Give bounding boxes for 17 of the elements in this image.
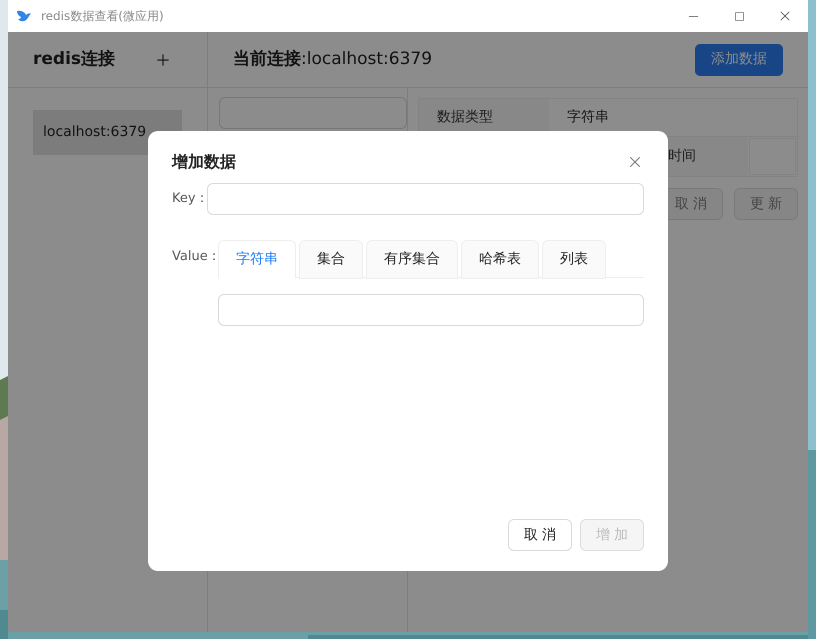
key-label: Key：	[172, 190, 207, 208]
tab[interactable]: 列表	[542, 240, 606, 279]
value-cell-text: 字符串	[566, 108, 610, 127]
value-label: Value：	[172, 248, 218, 266]
bird-icon	[16, 8, 32, 24]
add-data-button[interactable]: 添加数据	[695, 44, 783, 76]
tab[interactable]: 哈希表	[461, 240, 539, 279]
maximize-icon[interactable]	[734, 10, 744, 22]
tab[interactable]: 有序集合	[366, 240, 458, 279]
tab[interactable]: 字符串	[218, 240, 296, 279]
sidebar-title: redis连接	[33, 48, 116, 71]
tab[interactable]: 集合	[299, 240, 363, 279]
key-input[interactable]	[207, 183, 644, 215]
window-title: redis数据查看(微应用)	[41, 8, 164, 25]
current-connection: 当前连接:localhost:6379	[233, 48, 432, 71]
value-input[interactable]	[218, 294, 644, 326]
cancel-button[interactable]: 取 消	[508, 519, 572, 551]
